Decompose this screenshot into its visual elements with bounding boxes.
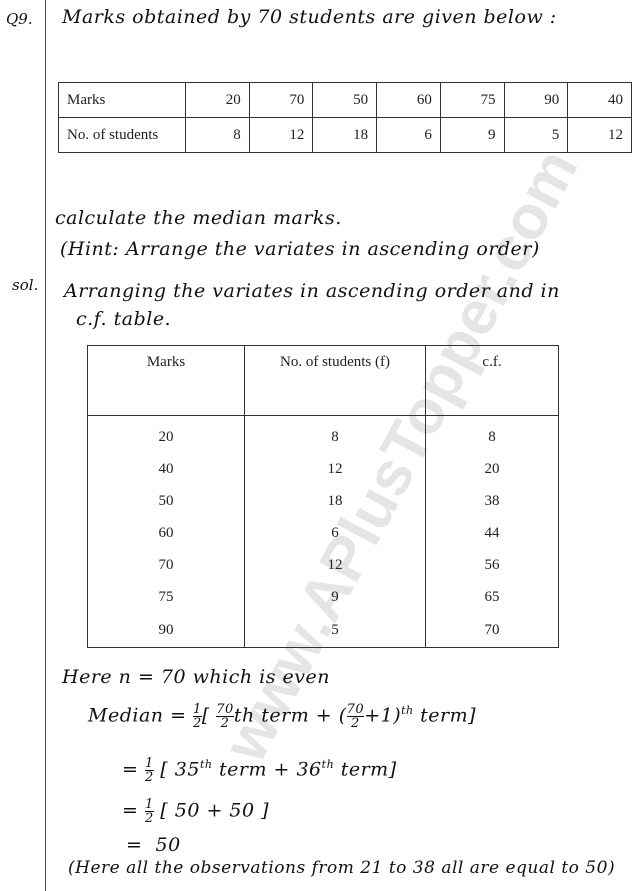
table-cell: 5 (503, 117, 569, 153)
step-50-50: = 12 [ 50 + 50 ] (122, 798, 269, 825)
table-cell: 18 (244, 485, 426, 517)
numerator: 1 (193, 702, 202, 717)
question-text: Marks obtained by 70 students are given … (62, 6, 557, 28)
table-cell: 70 (87, 549, 245, 581)
table-cell: 20 (87, 415, 245, 453)
table-cell: 40 (87, 453, 245, 485)
formula-text: [ 50 + 50 ] (160, 799, 270, 822)
table-cell: 70 (248, 82, 314, 118)
formula-text: +1) (364, 704, 402, 727)
table-cell: 6 (376, 117, 441, 153)
table-cell: 5 (244, 613, 426, 648)
table-cell: 8 (244, 415, 426, 453)
numerator: 70 (216, 702, 234, 717)
table-row: 70 12 56 (87, 549, 559, 581)
numerator: 1 (144, 756, 154, 771)
table-cell: 20 (425, 453, 559, 485)
formula-text: term] (413, 704, 477, 727)
note-text: (Here all the observations from 21 to 38… (68, 858, 616, 878)
table-cell: 8 (185, 117, 250, 153)
margin-line (45, 0, 46, 891)
denominator: 2 (144, 770, 154, 785)
table-row: Marks 20 70 50 60 75 90 40 (58, 82, 632, 118)
solution-intro-line2: c.f. table. (76, 308, 172, 330)
numerator: 70 (346, 702, 365, 717)
equals-sign: = (122, 799, 139, 822)
table-cell: 75 (439, 82, 505, 118)
table-row: 60 6 44 (87, 517, 559, 549)
cf-table: Marks No. of students (f) c.f. 20 8 8 40… (87, 345, 559, 648)
table-cell: 12 (248, 117, 314, 153)
table-cell: 9 (439, 117, 505, 153)
table-cell: 38 (425, 485, 559, 517)
table-cell: 50 (312, 82, 378, 118)
numerator: 1 (144, 797, 154, 812)
table-cell: 8 (425, 415, 559, 453)
fraction-half: 12 (144, 797, 154, 826)
instruction-text: calculate the median marks. (55, 207, 342, 229)
fraction-70-2: 70 2 (216, 703, 234, 730)
superscript: th (401, 704, 414, 718)
table-cell: 6 (244, 517, 426, 549)
fraction-half: 12 (144, 756, 154, 785)
step-n-even: Here n = 70 which is even (62, 666, 330, 688)
step-35-36: = 12 [ 35th term + 36th term] (122, 757, 397, 784)
table-row: 75 9 65 (87, 581, 559, 613)
table-cell: 90 (87, 613, 245, 648)
table-cell: 40 (567, 82, 632, 118)
formula-text: term + 36 (212, 758, 322, 781)
table-cell: 9 (244, 581, 426, 613)
table-cell: 50 (87, 485, 245, 517)
table-cell: 12 (244, 549, 426, 581)
superscript: th (199, 758, 213, 772)
formula-text: [ 35 (160, 758, 200, 781)
column-header: c.f. (425, 345, 559, 416)
table-row: 40 12 20 (87, 453, 559, 485)
median-formula: Median = 1 2[ 70 2th term + (70 2 +1)th term… (88, 703, 476, 730)
equals-sign: = (126, 834, 143, 856)
table-cell: 18 (312, 117, 378, 153)
question-number: Q9. (6, 10, 33, 28)
denominator: 2 (193, 716, 202, 731)
table-row: 90 5 70 (87, 613, 559, 648)
superscript: th (321, 758, 335, 772)
table-row: 50 18 38 (87, 485, 559, 517)
median-result: 50 (155, 834, 181, 856)
fraction-half: 12 (193, 703, 202, 730)
solution-label: sol. (12, 276, 39, 294)
table-cell: 65 (425, 581, 559, 613)
denominator: 2 (220, 716, 230, 731)
formula-text: th term + ( (233, 704, 347, 727)
step-result: = 50 (126, 834, 181, 856)
row-label: No. of students (58, 117, 186, 153)
table-row: No. of students 8 12 18 6 9 5 12 (58, 117, 632, 153)
table-cell: 70 (425, 613, 559, 648)
bracket-open: [ (201, 704, 210, 727)
marks-table: Marks 20 70 50 60 75 90 40 No. of studen… (58, 82, 632, 153)
median-label: Median (88, 704, 164, 727)
row-label: Marks (58, 82, 186, 118)
table-row: 20 8 8 (87, 415, 559, 453)
table-cell: 60 (376, 82, 441, 118)
table-header-row: Marks No. of students (f) c.f. (87, 345, 559, 416)
table-cell: 75 (87, 581, 245, 613)
table-cell: 12 (244, 453, 426, 485)
fraction-70-2: 70 2 (346, 702, 365, 731)
table-cell: 90 (503, 82, 569, 118)
table-cell: 12 (567, 117, 632, 153)
denominator: 2 (144, 811, 154, 826)
table-cell: 56 (425, 549, 559, 581)
table-cell: 20 (185, 82, 250, 118)
column-header: No. of students (f) (244, 345, 426, 416)
hint-text: (Hint: Arrange the variates in ascending… (60, 238, 540, 260)
denominator: 2 (351, 716, 360, 731)
equals-sign: = (170, 704, 187, 727)
table-cell: 44 (425, 517, 559, 549)
solution-intro-line1: Arranging the variates in ascending orde… (64, 280, 560, 302)
equals-sign: = (122, 758, 139, 781)
column-header: Marks (87, 345, 245, 416)
formula-text: term] (334, 758, 397, 781)
table-cell: 60 (87, 517, 245, 549)
